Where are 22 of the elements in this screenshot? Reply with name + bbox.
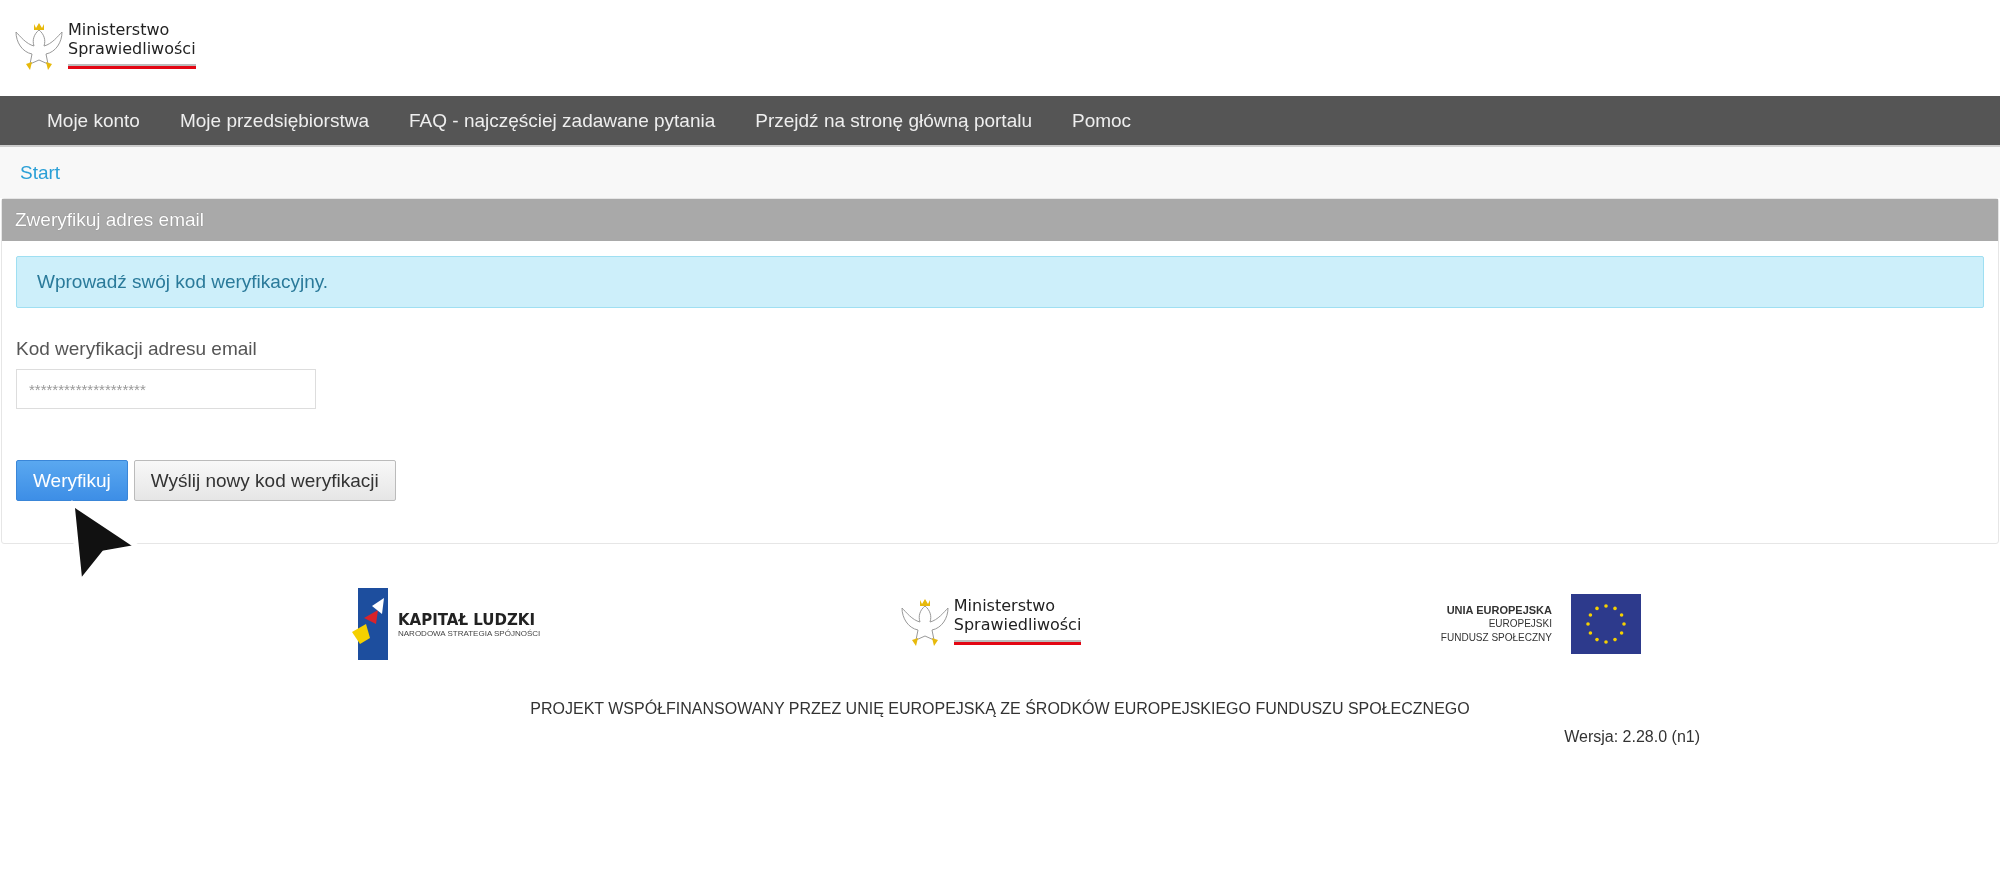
kapital-ludzki-subtitle: NARODOWA STRATEGIA SPÓJNOŚCI	[398, 628, 541, 638]
nav-link[interactable]: Przejdź na stronę główną portalu	[735, 109, 1052, 132]
field-label: Kod weryfikacji adresu email	[16, 338, 258, 360]
logo-title: Sprawiedliwości	[68, 39, 196, 58]
kapital-ludzki-emblem-icon	[350, 588, 390, 660]
eu-subtitle: EUROPEJSKI	[1488, 617, 1552, 631]
logo-title: Ministerstwo	[68, 20, 171, 39]
kapital-ludzki-title: KAPITAŁ LUDZKI	[398, 610, 537, 629]
verification-code-field[interactable]: ********************	[16, 369, 316, 409]
logo-title: Ministerstwo	[953, 596, 1057, 615]
logo-title: Sprawiedliwości	[953, 615, 1082, 634]
eu-subtitle: FUNDUSZ SPOŁECZNY	[1440, 631, 1552, 645]
nav-link[interactable]: Moje przedsiębiorstwa	[159, 109, 389, 132]
info-alert: Wprowadź swój kod weryfikacyjny.	[16, 256, 1984, 308]
nav-link[interactable]: Pomoc	[1052, 109, 1152, 132]
version-label: Wersja: 2.28.0 (n1)	[1564, 728, 1700, 746]
eu-title: UNIA EUROPEJSKA	[1446, 603, 1552, 617]
project-note: PROJEKT WSPÓŁFINANSOWANY PRZEZ UNIĘ EUROPEJSKĄ ZE ŚRODKÓW EUROPEJSKIEGO FUNDUSZU SPOŁECZNEGO	[530, 700, 1470, 718]
nav-link[interactable]: FAQ - najczęściej zadawane pytania	[389, 109, 736, 132]
nav-link[interactable]: Moje konto	[27, 109, 160, 132]
panel-header: Zweryfikuj adres email	[2, 199, 1998, 241]
resend-code-button[interactable]: Wyślij nowy kod weryfikacji	[133, 460, 396, 501]
